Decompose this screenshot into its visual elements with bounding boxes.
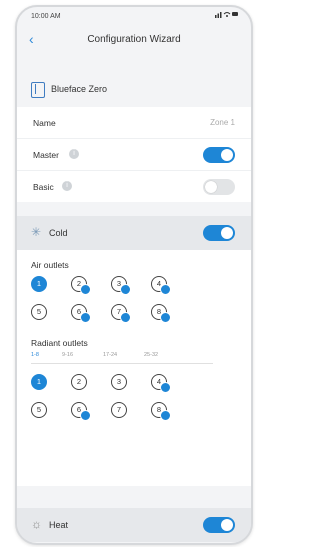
status-time: 10:00 AM	[31, 13, 61, 20]
master-toggle[interactable]	[203, 147, 235, 163]
signal-icon	[215, 12, 238, 18]
outlet-button[interactable]: 7	[111, 304, 131, 323]
outlet-number: 7	[116, 405, 122, 414]
basic-toggle[interactable]	[203, 179, 235, 195]
toggle-knob	[205, 181, 217, 193]
toggle-knob	[221, 519, 233, 531]
basic-label: Basic	[33, 182, 54, 192]
radiant-tab[interactable]: 17-24	[103, 352, 117, 358]
device-header: Blueface Zero	[17, 73, 251, 107]
radiant-tab[interactable]: 1-8	[31, 352, 39, 358]
radiant-outlets-grid: 1 2 3 4 5 6 7 8	[17, 374, 251, 430]
check-badge-icon	[80, 410, 91, 421]
outlet-button[interactable]: 8	[151, 304, 171, 323]
outlet-button[interactable]: 3	[111, 374, 127, 390]
outlet-button[interactable]: 1	[31, 374, 47, 390]
check-badge-icon	[80, 284, 91, 295]
toggle-knob	[221, 149, 233, 161]
outlet-number: 5	[36, 405, 42, 414]
check-badge-icon	[120, 312, 131, 323]
outlet-button[interactable]: 5	[31, 402, 47, 418]
check-badge-icon	[80, 312, 91, 323]
heat-label: Heat	[49, 520, 69, 530]
outlet-button[interactable]: 5	[31, 304, 47, 320]
outlet-number: 1	[36, 279, 42, 288]
air-outlets-grid: 1 2 3 4 5 6 7 8	[17, 276, 251, 332]
settings-card: Name Zone 1 Master i Basic i	[17, 107, 251, 202]
outlet-button[interactable]: 2	[71, 276, 91, 295]
radiant-tab[interactable]: 9-16	[62, 352, 73, 358]
outlet-number: 5	[36, 307, 42, 316]
info-icon[interactable]: i	[69, 149, 79, 159]
radiant-outlets-label: Radiant outlets	[31, 338, 88, 348]
check-badge-icon	[120, 284, 131, 295]
toggle-knob	[221, 227, 233, 239]
basic-row: Basic i	[17, 171, 251, 202]
outlet-button[interactable]: 7	[111, 402, 127, 418]
outlet-button[interactable]: 6	[71, 402, 91, 421]
status-icons	[215, 10, 239, 20]
master-row: Master i	[17, 139, 251, 171]
outlet-number: 2	[76, 377, 82, 386]
outlet-button[interactable]: 8	[151, 402, 171, 421]
cold-toggle[interactable]	[203, 225, 235, 241]
cold-header: ✳ Cold	[17, 216, 251, 250]
outlet-button[interactable]: 1	[31, 276, 47, 292]
device-label: Blueface Zero	[51, 84, 108, 94]
check-badge-icon	[160, 410, 171, 421]
cold-card: Air outlets 1 2 3 4 5 6 7 8 Radiant outlets 1-8…	[17, 250, 251, 486]
outlet-number: 1	[36, 377, 42, 386]
check-badge-icon	[160, 284, 171, 295]
name-value[interactable]: Zone 1	[210, 118, 235, 127]
snowflake-icon: ✳	[31, 225, 42, 239]
outlet-button[interactable]: 2	[71, 374, 87, 390]
master-label: Master	[33, 150, 59, 160]
outlet-button[interactable]: 4	[151, 374, 171, 393]
outlet-number: 3	[116, 377, 122, 386]
outlet-button[interactable]: 4	[151, 276, 171, 295]
outlet-button[interactable]: 6	[71, 304, 91, 323]
check-badge-icon	[160, 382, 171, 393]
check-badge-icon	[160, 312, 171, 323]
heat-toggle[interactable]	[203, 517, 235, 533]
tab-divider	[31, 363, 213, 364]
outlet-button[interactable]: 3	[111, 276, 131, 295]
radiant-tab[interactable]: 25-32	[144, 352, 158, 358]
name-row[interactable]: Name Zone 1	[17, 107, 251, 139]
status-bar: 10:00 AM	[17, 7, 251, 25]
page-title: Configuration Wizard	[87, 34, 181, 45]
cold-label: Cold	[49, 228, 68, 238]
info-icon[interactable]: i	[62, 181, 72, 191]
phone-frame: 10:00 AM ‹ Configuration Wizard Blueface…	[15, 5, 253, 545]
name-label: Name	[33, 118, 56, 128]
radiant-tabs: 1-8 9-16 17-24 25-32	[17, 348, 251, 366]
sun-icon: ☼	[31, 517, 42, 531]
air-outlets-label: Air outlets	[31, 260, 69, 270]
device-icon	[31, 82, 45, 98]
nav-bar: ‹ Configuration Wizard	[17, 25, 251, 57]
heat-header: ☼ Heat	[17, 508, 251, 542]
